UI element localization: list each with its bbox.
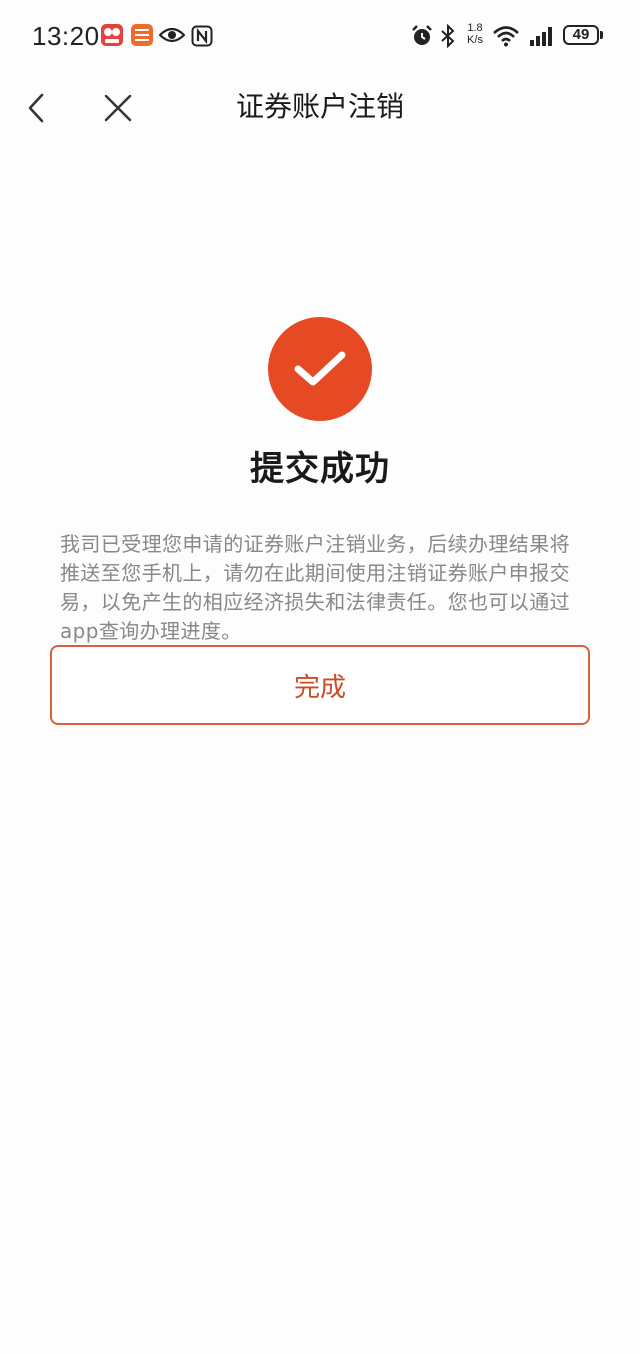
eye-icon <box>158 26 186 48</box>
signal-icon <box>529 25 557 51</box>
wifi-icon <box>492 25 520 51</box>
tmall-618-app-icon <box>101 24 123 46</box>
net-speed-value: 1.8 <box>467 22 483 34</box>
net-speed: 1.8 K/s <box>462 22 488 46</box>
nav-bar: 证券账户注销 <box>0 72 640 144</box>
battery-icon: 49 <box>563 25 603 45</box>
nfc-icon <box>191 25 213 51</box>
pingan-securities-app-icon <box>131 24 153 46</box>
screen: 13:20 1.8 K/s 49 证券账户注销 提交成功 我司已受理您申请的证券… <box>0 0 640 1354</box>
page-title: 证券账户注销 <box>235 90 404 123</box>
status-bar: 13:20 1.8 K/s 49 <box>0 0 640 72</box>
check-circle-icon <box>268 317 372 421</box>
result-description: 我司已受理您申请的证券账户注销业务，后续办理结果将推送至您手机上，请勿在此期间使… <box>60 532 570 643</box>
status-time: 13:20 <box>32 21 100 51</box>
result-title: 提交成功 <box>250 449 390 489</box>
alarm-icon <box>410 24 434 52</box>
bluetooth-icon <box>440 23 456 52</box>
net-speed-unit: K/s <box>467 34 483 46</box>
done-button[interactable]: 完成 <box>50 645 590 725</box>
